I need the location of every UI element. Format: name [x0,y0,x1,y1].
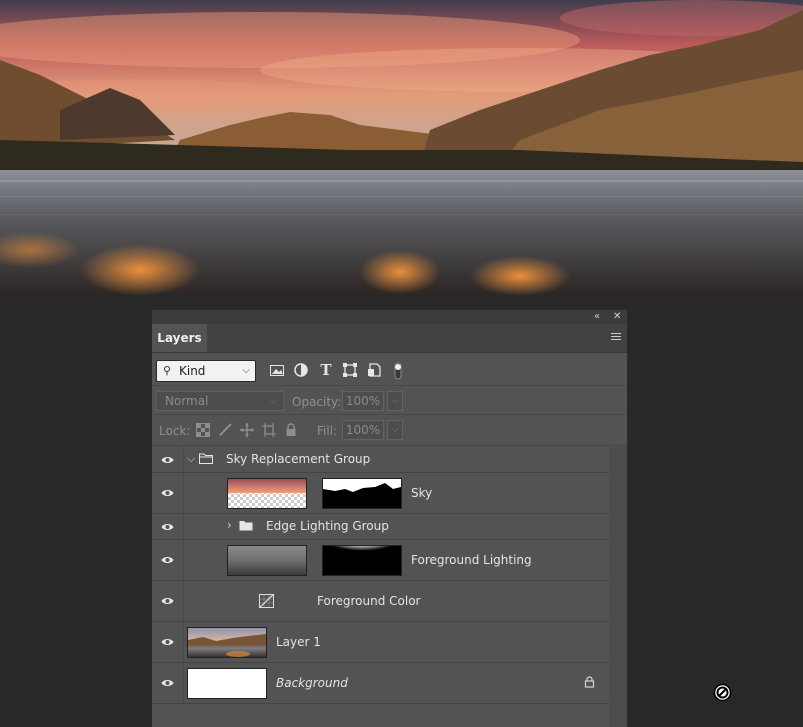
layer-mask-thumbnail[interactable] [322,478,402,509]
shape-filter-icon[interactable] [342,362,358,378]
visibility-eye-icon[interactable] [152,581,184,621]
search-icon: ⚲ [163,364,172,377]
collapse-panel-button[interactable]: « [594,310,600,324]
layer-name: Sky Replacement Group [226,452,371,466]
layer-thumbnail[interactable] [187,668,267,699]
layer-row-background[interactable]: Background [152,663,609,704]
visibility-eye-icon[interactable] [152,663,184,703]
folder-icon [199,453,213,467]
layer-name: Edge Lighting Group [266,519,389,533]
fill-chevron-icon[interactable]: ⌵ [387,420,403,440]
lock-transparent-pixels-icon[interactable] [196,423,210,437]
layers-panel: « ✕ Layers ⚲ Kind ⌵ T Normal ⌵ Opacity: … [152,310,627,727]
layer-name: Foreground Color [317,594,421,608]
filter-toggle-icon[interactable] [390,362,406,380]
layer-row-sky[interactable]: Sky [152,473,609,514]
folder-icon [239,520,253,534]
visibility-eye-icon[interactable] [152,514,184,539]
opacity-label: Opacity: [292,395,342,409]
visibility-eye-icon[interactable] [152,540,184,580]
layer-row-foreground-lighting[interactable]: Foreground Lighting [152,540,609,581]
canvas-image[interactable] [0,0,803,295]
blend-options-bar: Normal ⌵ Opacity: 100% ⌵ [152,386,627,415]
blend-mode-dropdown[interactable]: Normal ⌵ [156,391,284,411]
chevron-down-icon: ⌵ [242,365,250,376]
layer-row-layer-1[interactable]: Layer 1 [152,622,609,663]
lock-position-icon[interactable] [240,423,254,437]
filter-kind-label: Kind [179,364,206,378]
tab-layers[interactable]: Layers [152,324,207,352]
lock-options-bar: Lock: Fill: 100% ⌵ [152,415,627,446]
lock-artboard-icon[interactable] [262,423,276,437]
layer-name: Background [276,676,348,690]
filter-kind-dropdown[interactable]: ⚲ Kind ⌵ [156,360,256,382]
hamburger-menu-icon[interactable] [611,333,621,342]
lock-all-icon[interactable] [284,423,298,437]
lock-icon[interactable] [584,676,595,691]
blend-mode-label: Normal [165,394,209,408]
smart-object-filter-icon[interactable] [366,362,382,378]
layer-list: ⌵ Sky Replacement Group Sky › Edge Light… [152,447,627,727]
layer-mask-thumbnail[interactable] [322,545,402,576]
visibility-eye-icon[interactable] [152,447,184,472]
layer-thumbnail[interactable] [227,545,307,576]
chevron-down-icon: ⌵ [270,396,277,406]
type-filter-icon[interactable]: T [318,362,334,378]
opacity-field[interactable]: 100% [342,391,384,411]
image-filter-icon[interactable] [269,362,285,378]
layer-thumbnail[interactable] [227,478,307,509]
opacity-chevron-icon[interactable]: ⌵ [387,391,403,411]
curves-adjustment-icon[interactable] [259,594,274,611]
adjustment-filter-icon[interactable] [293,362,309,378]
layer-name: Foreground Lighting [411,553,532,567]
not-allowed-cursor-icon [713,683,732,705]
layer-thumbnail[interactable] [187,627,267,658]
chevron-right-icon[interactable]: › [227,518,232,532]
layer-list-scrollbar[interactable] [609,447,627,727]
panel-title-bar: « ✕ [152,310,627,324]
layer-name: Layer 1 [276,635,321,649]
layer-row-foreground-color[interactable]: Foreground Color [152,581,609,622]
layer-filter-bar: ⚲ Kind ⌵ T [152,353,627,386]
visibility-eye-icon[interactable] [152,473,184,513]
layer-name: Sky [411,486,433,500]
lock-image-pixels-icon[interactable] [218,423,232,437]
lock-label: Lock: [159,424,191,438]
panel-tab-row: Layers [152,324,627,353]
chevron-down-icon[interactable]: ⌵ [187,452,195,466]
fill-label: Fill: [317,424,338,438]
layer-row-sky-replacement-group[interactable]: ⌵ Sky Replacement Group [152,447,609,473]
visibility-eye-icon[interactable] [152,622,184,662]
fill-field[interactable]: 100% [342,420,384,440]
layer-row-edge-lighting-group[interactable]: › Edge Lighting Group [152,514,609,540]
close-panel-button[interactable]: ✕ [613,310,621,324]
